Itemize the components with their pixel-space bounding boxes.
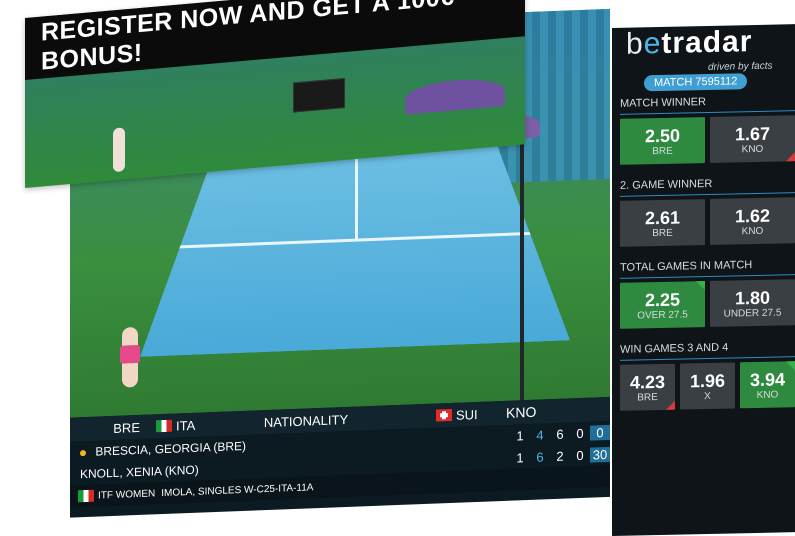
left-code: BRE (113, 419, 140, 436)
umbrella (405, 76, 505, 115)
market-title: TOTAL GAMES IN MATCH (620, 258, 795, 279)
odds-button[interactable]: 4.23 BRE (620, 363, 675, 411)
point-score: 30 (590, 446, 610, 463)
market-title: WIN GAMES 3 AND 4 (620, 340, 795, 361)
market-title: 2. GAME WINNER (620, 176, 795, 197)
player-1-code: (BRE) (213, 438, 247, 455)
odds-label: UNDER 27.5 (723, 306, 782, 320)
odds-sidebar: betradar driven by facts MATCH 7595112 M… (612, 24, 795, 536)
right-country: SUI (456, 406, 478, 423)
player-figure (113, 127, 125, 173)
market-match-winner: MATCH WINNER 2.50 BRE 1.67 KNO (620, 94, 795, 165)
odds-label: KNO (741, 143, 764, 155)
odds-label: X (704, 390, 711, 402)
market-total-games: TOTAL GAMES IN MATCH 2.25 OVER 27.5 1.80… (620, 258, 795, 329)
odds-value: 4.23 (629, 371, 666, 393)
odds-value: 1.62 (734, 205, 771, 226)
promo-banner-text[interactable]: REGISTER NOW AND GET A 100€ BONUS! (25, 0, 525, 80)
event-name: IMOLA, SINGLES W-C25-ITA-11A (161, 481, 314, 499)
sets-score: 1 (516, 427, 524, 443)
odds-label: BRE (652, 145, 673, 157)
flag-ita-icon (78, 489, 94, 503)
right-code: KNO (506, 403, 537, 421)
game-score: 0 (576, 425, 584, 441)
game-score: 6 (556, 426, 564, 442)
odds-value: 1.96 (689, 370, 726, 391)
odds-label: OVER 27.5 (637, 308, 688, 321)
game-score: 0 (576, 447, 584, 463)
market-win-games: WIN GAMES 3 AND 4 4.23 BRE 1.96 X 3.94 K… (620, 340, 795, 411)
game-score: 6 (536, 448, 544, 465)
flag-sui-icon (436, 408, 452, 422)
sets-score: 1 (516, 449, 524, 465)
serve-indicator-icon (80, 449, 86, 457)
odds-button[interactable]: 1.67 KNO (710, 115, 795, 163)
player-2-name: KNOLL, XENIA (80, 464, 162, 482)
player-1-name: BRESCIA, GEORGIA (95, 440, 211, 459)
odds-button[interactable]: 2.50 BRE (620, 117, 705, 165)
odds-value: 2.61 (644, 207, 681, 228)
odds-label: BRE (652, 227, 673, 239)
odds-value: 2.50 (644, 125, 681, 146)
competition-name: ITF WOMEN (98, 487, 156, 502)
odds-button[interactable]: 1.80 UNDER 27.5 (710, 279, 795, 327)
match-id-badge: MATCH 7595112 (644, 73, 748, 92)
point-score: 0 (590, 424, 610, 441)
odds-value: 1.67 (734, 123, 771, 144)
odds-label: KNO (756, 389, 779, 401)
left-country: ITA (176, 417, 196, 434)
odds-value: 1.80 (734, 287, 771, 308)
scoreboard-display (293, 78, 345, 113)
player-2-code: (KNO) (164, 462, 199, 478)
odds-button[interactable]: 1.62 KNO (710, 197, 795, 245)
betradar-logo: betradar (626, 25, 753, 61)
odds-label: KNO (741, 225, 764, 237)
flag-ita-icon (156, 419, 172, 433)
game-score: 2 (556, 448, 564, 464)
odds-button[interactable]: 2.25 OVER 27.5 (620, 281, 705, 329)
odds-value: 3.94 (749, 368, 786, 390)
odds-button[interactable]: 1.96 X (680, 362, 735, 410)
market-title: MATCH WINNER (620, 94, 795, 115)
scoreboard: BRE ITA NATIONALITY SUI KNO BRESCIA, GEO… (70, 396, 610, 518)
player-figure (122, 327, 138, 388)
game-score: 4 (536, 426, 544, 443)
odds-label: BRE (637, 391, 658, 403)
odds-button[interactable]: 2.61 BRE (620, 199, 705, 247)
odds-button[interactable]: 3.94 KNO (740, 361, 795, 409)
tagline: driven by facts (708, 60, 773, 73)
market-game-winner: 2. GAME WINNER 2.61 BRE 1.62 KNO (620, 176, 795, 247)
odds-value: 2.25 (644, 289, 681, 310)
nationality-label: NATIONALITY (263, 411, 349, 430)
